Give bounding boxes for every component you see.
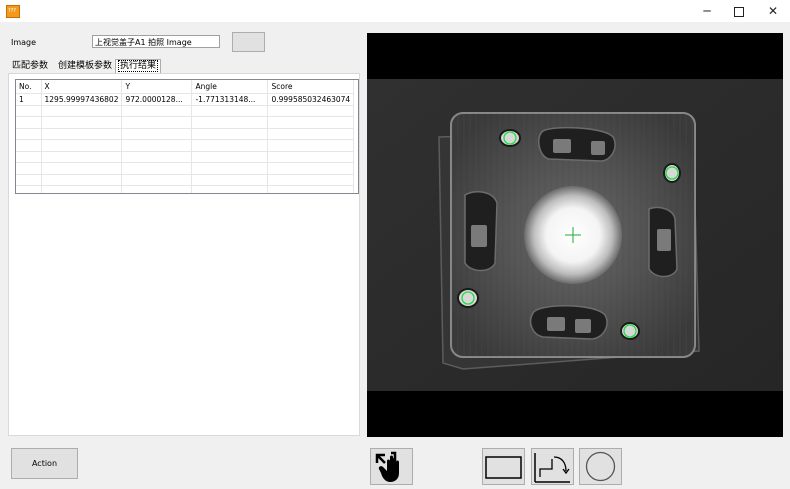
cell-y: 972.0000128... — [121, 93, 193, 106]
left-panel: Image 上视觉盖子A1 拍照 Image 匹配参数 创建模板参数 执行结果 … — [8, 28, 360, 436]
empty-row — [16, 185, 355, 193]
empty-row — [16, 174, 355, 186]
rectangle-roi-button[interactable] — [482, 448, 525, 485]
rotated-rectangle-roi-icon — [534, 453, 570, 483]
tab-create-template-params[interactable]: 创建模板参数 — [56, 60, 114, 73]
pan-tool-icon — [375, 451, 399, 482]
cell-score: 0.999585032463074 — [267, 93, 355, 106]
cell-no: 1 — [16, 93, 42, 106]
rotated-rectangle-roi-button[interactable] — [531, 448, 574, 485]
cell-x: 1295.99997436802 — [41, 93, 123, 106]
circle-roi-button[interactable] — [579, 448, 622, 485]
tab-match-params[interactable]: 匹配参数 — [10, 60, 50, 73]
column-header-no[interactable]: No. — [16, 80, 42, 94]
maximize-button[interactable] — [722, 0, 756, 22]
action-button[interactable]: Action — [11, 448, 78, 479]
empty-row — [16, 128, 355, 140]
results-tab-page: No. X Y Angle Score 1 1295.99997436802 9… — [8, 73, 360, 436]
column-header-angle[interactable]: Angle — [191, 80, 269, 94]
close-button[interactable]: ✕ — [756, 0, 790, 22]
column-header-x[interactable]: X — [41, 80, 123, 94]
circle-roi-icon — [585, 451, 616, 482]
empty-row — [16, 105, 355, 117]
tab-results[interactable]: 执行结果 — [115, 59, 162, 74]
image-name-field[interactable]: 上视觉盖子A1 拍照 Image — [92, 35, 220, 48]
tab-results-label: 执行结果 — [118, 60, 159, 72]
camera-image — [367, 79, 783, 391]
table-row[interactable]: 1 1295.99997436802 972.0000128... -1.771… — [16, 93, 355, 106]
empty-row — [16, 162, 355, 175]
maximize-icon — [734, 6, 744, 17]
empty-row — [16, 139, 355, 152]
app-icon: ??? — [6, 5, 20, 18]
rectangle-roi-icon — [485, 456, 522, 479]
results-grid[interactable]: No. X Y Angle Score 1 1295.99997436802 9… — [15, 79, 359, 194]
pan-tool-button[interactable] — [370, 448, 413, 485]
grid-header-row: No. X Y Angle Score — [16, 80, 355, 94]
image-label: Image — [11, 38, 37, 47]
empty-row — [16, 116, 355, 129]
column-header-score[interactable]: Score — [267, 80, 355, 94]
image-select-button[interactable] — [232, 32, 265, 52]
empty-row — [16, 151, 355, 163]
title-bar: ??? ─ ✕ — [0, 0, 790, 22]
minimize-button[interactable]: ─ — [690, 0, 724, 22]
camera-image-view[interactable] — [367, 33, 783, 437]
tab-strip: 匹配参数 创建模板参数 执行结果 — [8, 59, 360, 74]
cell-angle: -1.771313148... — [191, 93, 269, 106]
column-header-y[interactable]: Y — [121, 80, 193, 94]
